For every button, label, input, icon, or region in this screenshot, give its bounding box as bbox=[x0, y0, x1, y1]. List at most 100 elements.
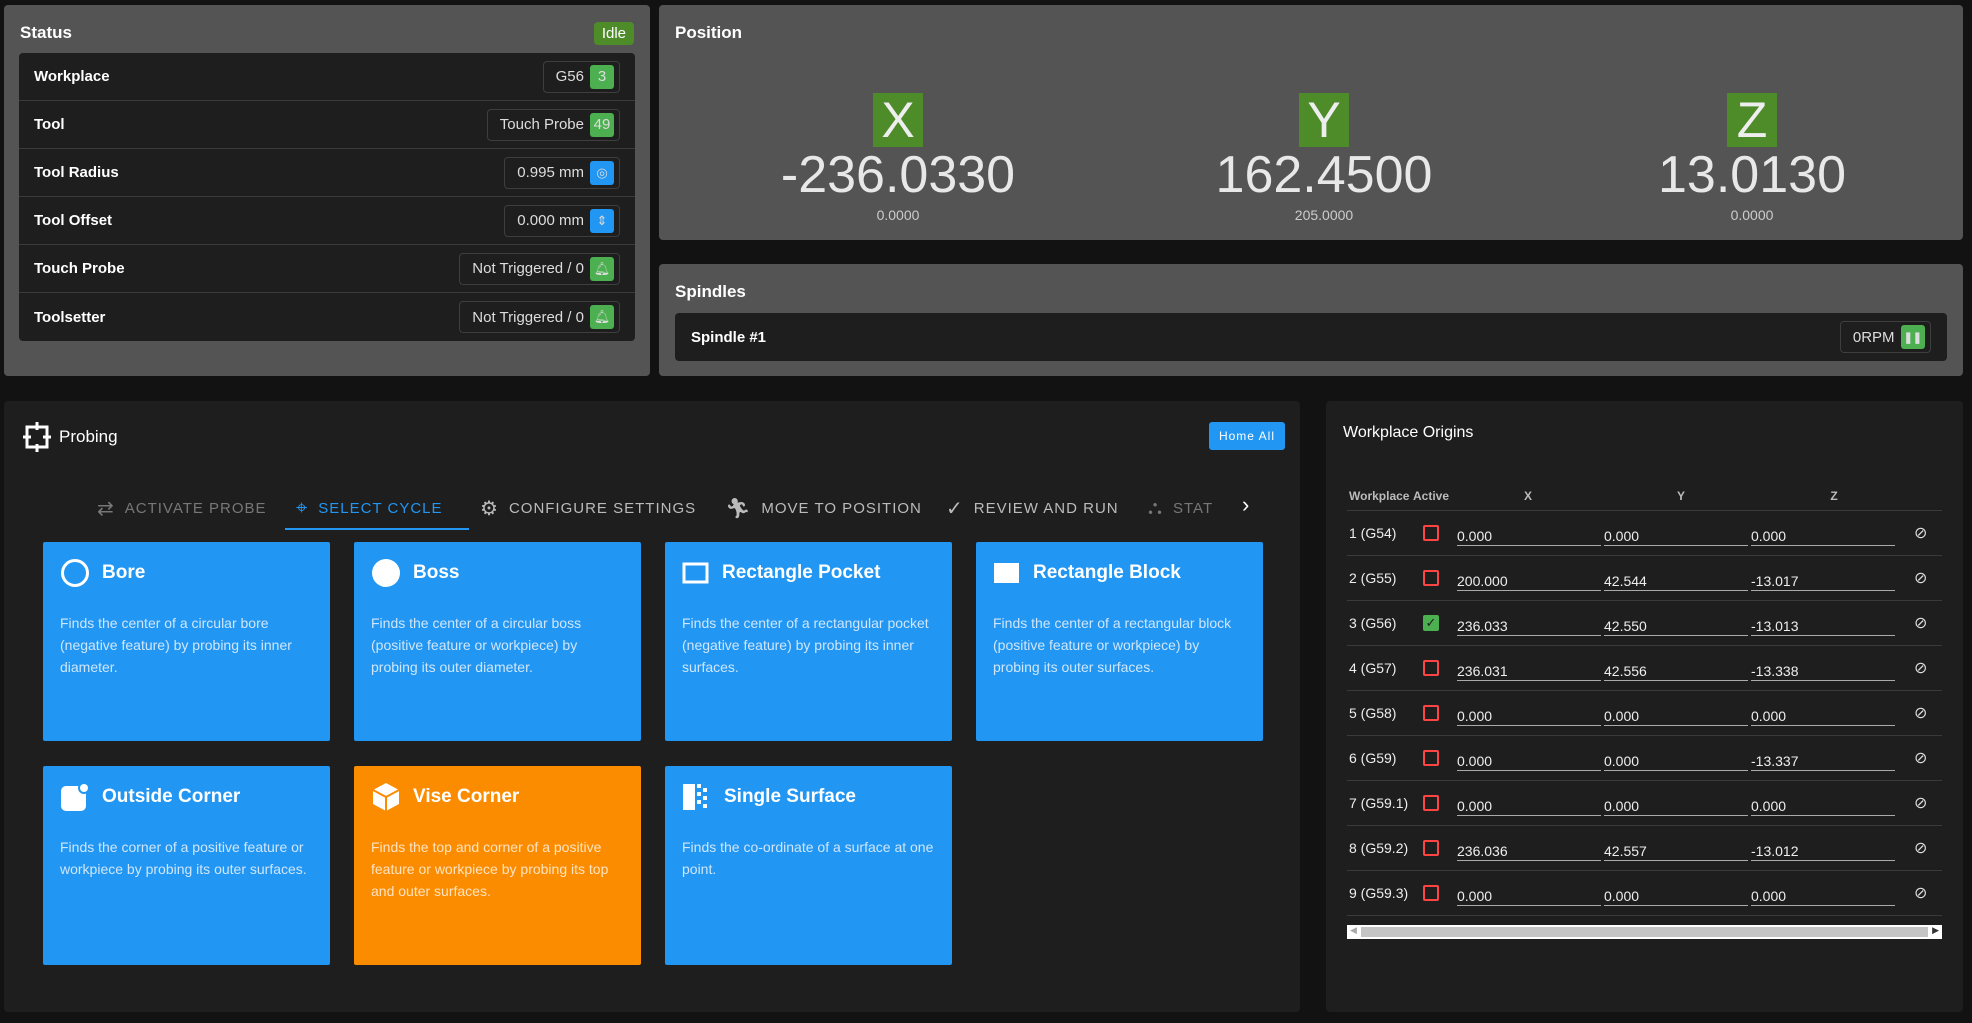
status-row-value[interactable]: Touch Probe 49 bbox=[486, 108, 620, 141]
y-offset-input[interactable]: 42.556 bbox=[1604, 655, 1748, 681]
active-checkbox[interactable] bbox=[1423, 750, 1439, 766]
status-row-label: Tool Offset bbox=[34, 212, 113, 229]
circle-outline-icon bbox=[60, 558, 90, 588]
z-offset-input[interactable]: -13.337 bbox=[1751, 745, 1895, 771]
active-cell bbox=[1423, 705, 1457, 721]
active-checkbox[interactable] bbox=[1423, 795, 1439, 811]
status-row-label: Tool Radius bbox=[34, 164, 119, 181]
horizontal-scrollbar[interactable]: ◀ ▶ bbox=[1347, 925, 1942, 939]
y-offset-input[interactable]: 0.000 bbox=[1604, 520, 1748, 546]
pause-icon[interactable]: ❚❚ bbox=[1900, 325, 1925, 349]
table-row: 6 (G59) 0.000 0.000 -13.337 ⊘ bbox=[1347, 736, 1942, 781]
z-offset-input[interactable]: -13.017 bbox=[1751, 565, 1895, 591]
cycle-card-vise-corner[interactable]: Vise Corner Finds the top and corner of a… bbox=[354, 766, 641, 965]
status-chip: 3 bbox=[590, 64, 614, 89]
axis-label: X bbox=[873, 93, 923, 147]
tab-select-cycle[interactable]: ⌖ SELECT CYCLE bbox=[296, 488, 443, 528]
cycle-title-text: Rectangle Pocket bbox=[722, 562, 881, 583]
status-row-label: Toolsetter bbox=[34, 308, 106, 326]
surface-icon bbox=[682, 782, 712, 812]
y-offset-input[interactable]: 0.000 bbox=[1604, 700, 1748, 726]
active-checkbox[interactable] bbox=[1423, 885, 1439, 901]
home-all-button[interactable]: Home All bbox=[1208, 422, 1285, 450]
tab-activate-probe[interactable]: ⇄ ACTIVATE PROBE bbox=[97, 488, 267, 528]
active-checkbox[interactable] bbox=[1423, 705, 1439, 721]
x-offset-input[interactable]: 200.000 bbox=[1457, 565, 1601, 591]
z-offset-input[interactable]: -13.013 bbox=[1751, 610, 1895, 636]
z-offset-input[interactable]: 0.000 bbox=[1751, 880, 1895, 906]
tabs-next-chevron[interactable]: › bbox=[1242, 492, 1249, 518]
cycle-card-single-surface[interactable]: Single Surface Finds the co-ordinate of a… bbox=[665, 766, 952, 965]
cycle-card-boss[interactable]: Boss Finds the center of a circular boss … bbox=[354, 542, 641, 741]
active-checkbox[interactable] bbox=[1423, 840, 1439, 856]
x-offset-input[interactable]: 236.033 bbox=[1457, 610, 1601, 636]
x-offset-input[interactable]: 0.000 bbox=[1457, 745, 1601, 771]
z-offset-input[interactable]: 0.000 bbox=[1751, 790, 1895, 816]
spindle-rpm-value: 0RPM bbox=[1852, 328, 1895, 346]
clear-offset-icon[interactable]: ⊘ bbox=[1914, 613, 1927, 633]
spindle-rpm[interactable]: 0RPM ❚❚ bbox=[1839, 321, 1931, 353]
cycle-card-title: Rectangle Block bbox=[993, 558, 1246, 588]
square-outline-icon bbox=[682, 561, 710, 585]
active-checkbox[interactable] bbox=[1423, 570, 1439, 586]
status-row-value[interactable]: 0.000 mm ⇕ bbox=[504, 204, 620, 237]
axis-secondary-value: 205.0000 bbox=[1294, 207, 1354, 223]
z-offset-input[interactable]: -13.338 bbox=[1751, 655, 1895, 681]
y-offset-input[interactable]: 42.544 bbox=[1604, 565, 1748, 591]
clear-offset-icon[interactable]: ⊘ bbox=[1914, 793, 1927, 813]
status-row: Touch Probe Not Triggered / 0 🔔︎ bbox=[19, 245, 635, 293]
cycle-card-outside-corner[interactable]: Outside Corner Finds the corner of a posi… bbox=[43, 766, 330, 965]
axis-value: -236.0330 bbox=[780, 146, 1016, 204]
tab-configure-settings[interactable]: ⚙ CONFIGURE SETTINGS bbox=[480, 488, 696, 528]
active-checkbox[interactable] bbox=[1423, 525, 1439, 541]
clear-offset-icon[interactable]: ⊘ bbox=[1914, 883, 1927, 903]
active-checkbox[interactable]: ✓ bbox=[1423, 615, 1439, 631]
cycle-card-rectangle-pocket[interactable]: Rectangle Pocket Finds the center of a re… bbox=[665, 542, 952, 741]
y-offset-input[interactable]: 42.557 bbox=[1604, 835, 1748, 861]
clear-offset-icon[interactable]: ⊘ bbox=[1914, 838, 1927, 858]
clear-offset-icon[interactable]: ⊘ bbox=[1914, 523, 1927, 543]
cycle-card-bore[interactable]: Bore Finds the center of a circular bore … bbox=[43, 542, 330, 741]
status-row-value[interactable]: Not Triggered / 0 🔔︎ bbox=[459, 301, 620, 333]
active-cell bbox=[1423, 525, 1457, 541]
cycle-title-text: Single Surface bbox=[724, 786, 856, 807]
z-offset-input[interactable]: 0.000 bbox=[1751, 520, 1895, 546]
x-offset-input[interactable]: 236.036 bbox=[1457, 835, 1601, 861]
tab-label: REVIEW AND RUN bbox=[973, 499, 1119, 517]
workplace-name: 7 (G59.1) bbox=[1349, 795, 1409, 811]
status-row-value[interactable]: G56 3 bbox=[542, 60, 620, 93]
z-offset-input[interactable]: 0.000 bbox=[1751, 700, 1895, 726]
workplace-name: 6 (G59) bbox=[1349, 750, 1397, 766]
y-offset-input[interactable]: 42.550 bbox=[1604, 610, 1748, 636]
cycle-card-description: Finds the corner of a positive feature o… bbox=[60, 839, 307, 877]
tab-review-and-run[interactable]: ✓ REVIEW AND RUN bbox=[946, 488, 1119, 528]
status-value-text: G56 bbox=[555, 68, 584, 85]
tab-stat[interactable]: ⛬ STAT bbox=[1148, 488, 1213, 528]
z-offset-input[interactable]: -13.012 bbox=[1751, 835, 1895, 861]
axis-secondary-value: 0.0000 bbox=[1730, 207, 1774, 223]
tab-move-to-position[interactable]: 🏃︎ MOVE TO POSITION bbox=[725, 488, 922, 528]
clear-offset-icon[interactable]: ⊘ bbox=[1914, 748, 1927, 768]
cycle-card-title: Single Surface bbox=[682, 782, 935, 812]
y-offset-input[interactable]: 0.000 bbox=[1604, 745, 1748, 771]
status-row-value[interactable]: 0.995 mm ◎ bbox=[504, 156, 620, 189]
x-offset-input[interactable]: 0.000 bbox=[1457, 700, 1601, 726]
y-offset-input[interactable]: 0.000 bbox=[1604, 880, 1748, 906]
cycle-title-text: Vise Corner bbox=[413, 786, 520, 807]
x-offset-input[interactable]: 0.000 bbox=[1457, 520, 1601, 546]
clear-offset-icon[interactable]: ⊘ bbox=[1914, 658, 1927, 678]
clear-offset-icon[interactable]: ⊘ bbox=[1914, 703, 1927, 723]
axis-y: Y 162.4500 205.0000 bbox=[1164, 93, 1484, 223]
y-offset-input[interactable]: 0.000 bbox=[1604, 790, 1748, 816]
status-value-text: Touch Probe bbox=[499, 116, 584, 133]
active-checkbox[interactable] bbox=[1423, 660, 1439, 676]
clear-offset-icon[interactable]: ⊘ bbox=[1914, 568, 1927, 588]
x-offset-input[interactable]: 0.000 bbox=[1457, 790, 1601, 816]
cycle-card-rectangle-block[interactable]: Rectangle Block Finds the center of a rec… bbox=[976, 542, 1263, 741]
x-offset-input[interactable]: 0.000 bbox=[1457, 880, 1601, 906]
active-cell bbox=[1423, 660, 1457, 676]
table-row: 1 (G54) 0.000 0.000 0.000 ⊘ bbox=[1347, 511, 1942, 556]
x-offset-input[interactable]: 236.031 bbox=[1457, 655, 1601, 681]
status-row-value[interactable]: Not Triggered / 0 🔔︎ bbox=[459, 252, 620, 285]
active-cell bbox=[1423, 795, 1457, 811]
